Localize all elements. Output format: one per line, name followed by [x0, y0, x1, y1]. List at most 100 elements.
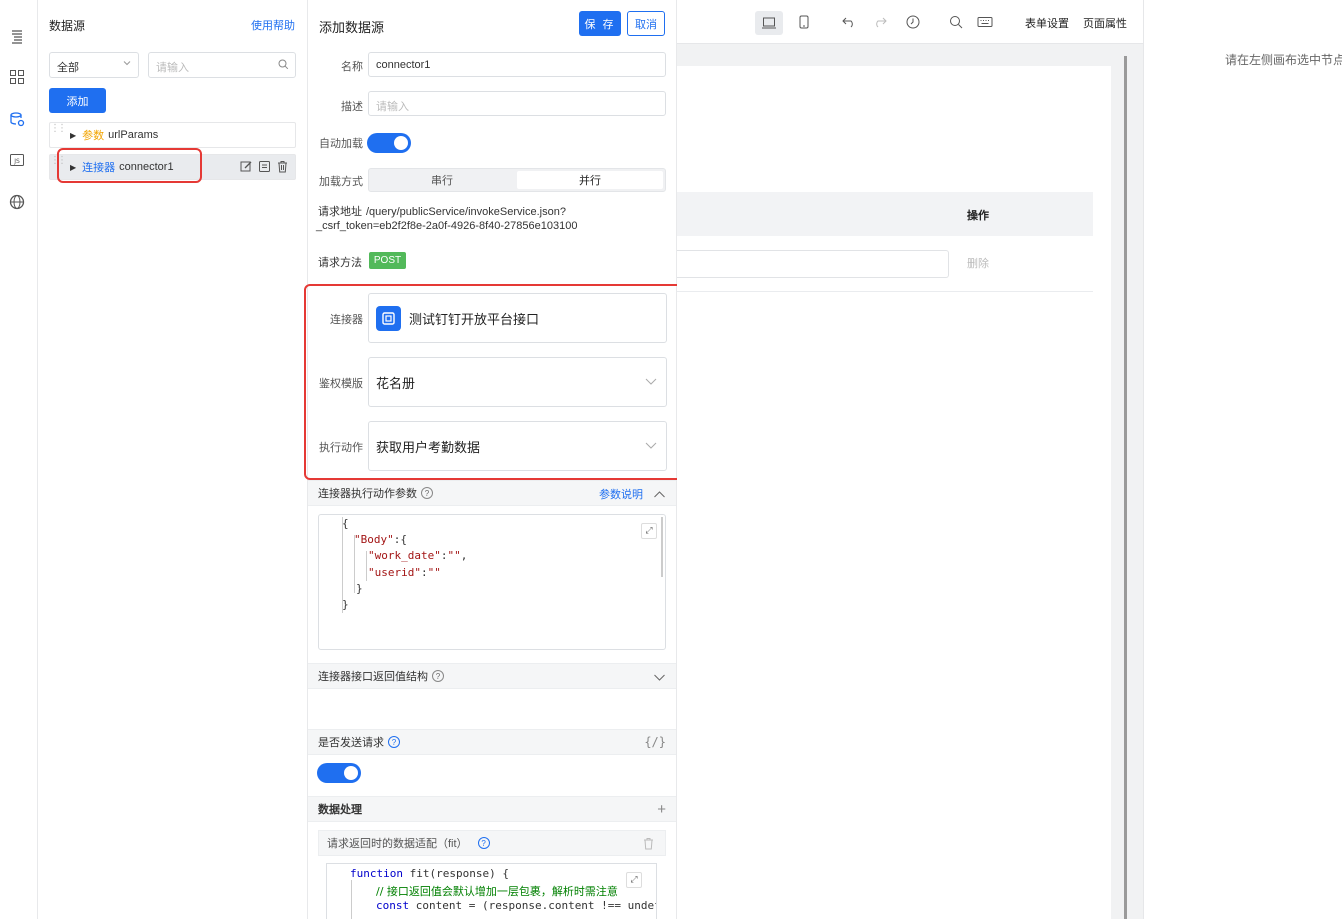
config-title: 添加数据源	[319, 20, 385, 35]
row-delete-link[interactable]: 删除	[967, 255, 989, 271]
outline-icon[interactable]	[8, 27, 26, 45]
autoload-label: 自动加载	[319, 138, 363, 150]
action-column-header: 操作	[967, 210, 989, 222]
code-line: "userid":""	[368, 566, 441, 579]
request-url: 请求地址/query/publicService/invokeService.j…	[316, 205, 671, 233]
params-section-header[interactable]: 连接器执行动作参数 ? 参数说明	[308, 480, 676, 506]
processing-section-header: 数据处理 +	[308, 796, 676, 822]
method-badge: POST	[369, 252, 406, 269]
send-toggle[interactable]	[317, 763, 361, 783]
js-icon[interactable]: JS	[8, 151, 26, 169]
table-cell-input[interactable]	[677, 250, 949, 278]
code-line: // 接口返回值会默认增加一层包裹，解析时需注意	[376, 885, 618, 898]
code-mode-icon[interactable]: {/}	[644, 735, 666, 749]
return-section-title: 连接器接口返回值结构	[318, 671, 428, 683]
highlight-box	[57, 148, 202, 183]
datasource-item[interactable]: ⋮⋮ ▶ 参数 urlParams	[49, 122, 296, 148]
indent-guide	[351, 880, 352, 919]
search-icon[interactable]	[946, 12, 966, 32]
canvas-scrollbar[interactable]	[1124, 56, 1127, 919]
left-icon-rail: JS	[0, 0, 38, 919]
panel-title: 数据源	[49, 19, 86, 33]
params-section-title: 连接器执行动作参数	[318, 488, 417, 500]
delete-icon[interactable]	[276, 160, 289, 176]
fit-header: 请求返回时的数据适配（fit） ?	[318, 830, 666, 856]
add-button[interactable]: 添加	[49, 88, 106, 113]
item-tag: 参数	[82, 130, 105, 142]
keyboard-icon[interactable]	[975, 12, 995, 32]
datasource-icon[interactable]	[8, 110, 26, 128]
save-button[interactable]: 保 存	[579, 11, 621, 36]
help-icon[interactable]: ?	[421, 487, 433, 499]
search-placeholder: 请输入	[156, 62, 189, 74]
copy-icon[interactable]	[258, 160, 271, 176]
code-line: "Body":{	[354, 533, 407, 546]
undo-icon[interactable]	[839, 12, 859, 32]
load-mode-label: 加载方式	[319, 176, 363, 188]
code-line: const content = (response.content !== un…	[376, 899, 657, 912]
method-label: 请求方法	[318, 257, 362, 269]
properties-panel: 请在左侧画布选中节点	[1143, 0, 1342, 919]
globe-icon[interactable]	[8, 193, 26, 211]
config-panel: 添加数据源 保 存 取消 名称 connector1 描述 请输入 自动加载 加…	[304, 0, 684, 919]
name-label: 名称	[341, 61, 363, 73]
fit-code-editor[interactable]: function fit(response) { // 接口返回值会默认增加一层…	[326, 863, 657, 919]
datasource-panel: 数据源 使用帮助 全部 请输入 添加 ⋮⋮ ▶ 参数 urlParams ⋮⋮ …	[38, 0, 308, 919]
form-settings-link[interactable]: 表单设置	[1025, 15, 1069, 31]
redo-icon[interactable]	[870, 12, 890, 32]
help-link[interactable]: 使用帮助	[251, 17, 295, 33]
fit-label: 请求返回时的数据适配（fit）	[327, 838, 468, 850]
edit-icon[interactable]	[240, 160, 253, 176]
expand-icon[interactable]: ⤢	[641, 523, 657, 539]
search-input[interactable]: 请输入	[148, 52, 296, 78]
chevron-down-icon	[122, 58, 132, 71]
drag-handle-icon[interactable]: ⋮⋮	[50, 124, 67, 134]
item-name: urlParams	[108, 129, 159, 141]
desc-field[interactable]: 请输入	[368, 91, 666, 116]
code-line: }	[342, 598, 349, 611]
autoload-toggle[interactable]	[367, 133, 411, 153]
cancel-button[interactable]: 取消	[627, 11, 665, 36]
code-line: "work_date":"",	[368, 549, 468, 562]
code-line: function fit(response) {	[350, 867, 509, 880]
indent-guide	[366, 551, 367, 581]
code-line: }	[356, 582, 363, 595]
row-actions	[240, 160, 289, 176]
mobile-view-icon[interactable]	[794, 12, 814, 32]
load-mode-parallel[interactable]: 并行	[517, 171, 663, 189]
delete-icon[interactable]	[642, 837, 655, 853]
page-props-link[interactable]: 页面属性	[1083, 15, 1127, 31]
editor-scrollbar[interactable]	[661, 517, 663, 577]
help-icon[interactable]: ?	[388, 736, 400, 748]
params-code-editor[interactable]: { "Body":{ "work_date":"", "userid":"" }…	[318, 514, 666, 650]
help-icon[interactable]: ?	[477, 837, 490, 849]
desktop-view-icon[interactable]	[755, 11, 783, 35]
name-field[interactable]: connector1	[368, 52, 666, 77]
url-label: 请求地址	[318, 206, 362, 218]
components-icon[interactable]	[8, 68, 26, 86]
search-icon	[278, 59, 289, 73]
plus-icon[interactable]: +	[657, 801, 666, 818]
help-icon[interactable]: ?	[432, 670, 444, 682]
send-section-header: 是否发送请求 ? {/}	[308, 729, 676, 755]
return-section-header[interactable]: 连接器接口返回值结构 ?	[308, 663, 676, 689]
history-icon[interactable]	[903, 12, 923, 32]
load-mode-segmented: 串行 并行	[368, 168, 666, 192]
filter-select[interactable]: 全部	[49, 52, 139, 78]
chevron-down-icon[interactable]	[653, 671, 666, 687]
params-help-link[interactable]: 参数说明	[599, 486, 643, 502]
properties-hint: 请在左侧画布选中节点	[1225, 53, 1342, 67]
drag-handle-icon[interactable]: ⋮⋮	[50, 156, 67, 166]
svg-text:JS: JS	[13, 158, 20, 165]
expand-icon[interactable]: ⤢	[626, 872, 642, 888]
table-header: 操作	[677, 192, 1093, 236]
processing-section-title: 数据处理	[318, 804, 362, 816]
send-section-title: 是否发送请求	[318, 737, 384, 749]
chevron-up-icon[interactable]	[653, 488, 666, 504]
expand-triangle-icon[interactable]: ▶	[70, 131, 76, 140]
divider	[677, 291, 1093, 292]
load-mode-serial[interactable]: 串行	[369, 169, 515, 191]
code-line: {	[342, 517, 349, 530]
filter-value: 全部	[57, 62, 79, 74]
desc-label: 描述	[341, 101, 363, 113]
